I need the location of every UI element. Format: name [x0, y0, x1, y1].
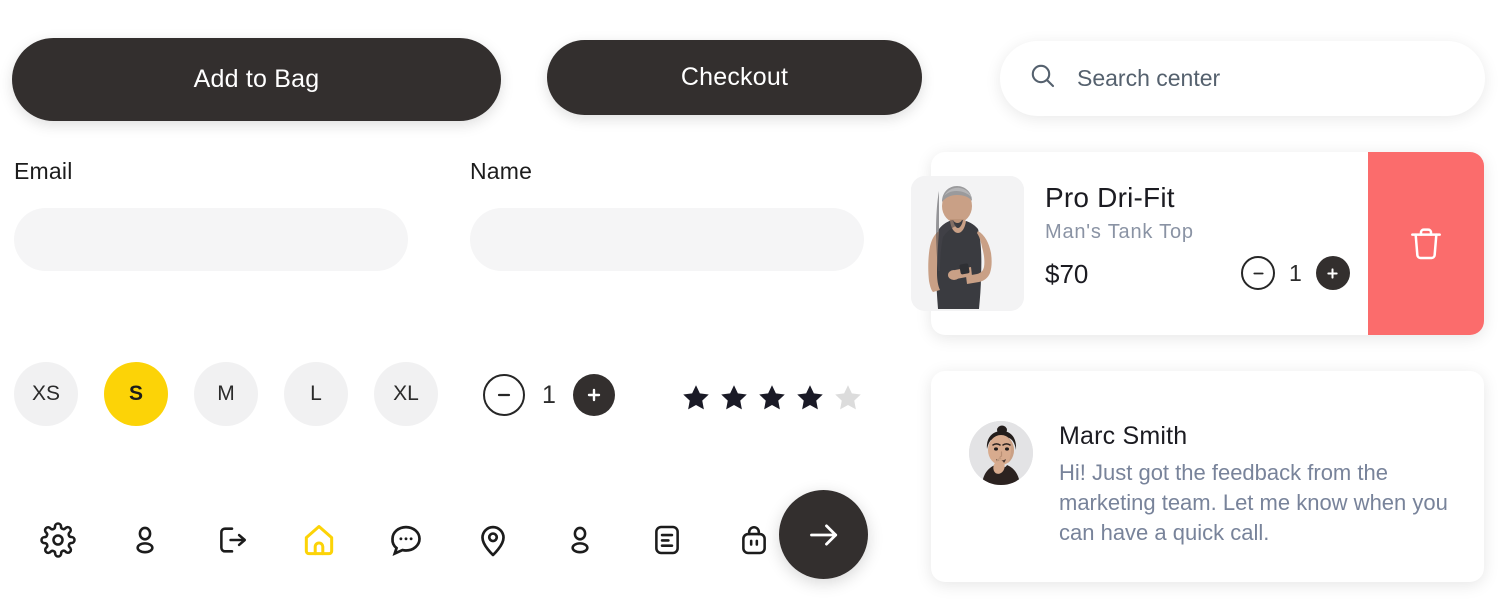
email-label: Email: [14, 158, 73, 184]
product-card[interactable]: Pro Dri-Fit Man's Tank Top $70 1: [911, 152, 1484, 335]
screen-root: Add to Bag Checkout Email Name XS S M L …: [0, 0, 1500, 610]
chat-icon[interactable]: [362, 512, 449, 568]
trash-icon: [1411, 227, 1441, 259]
avatar: [969, 421, 1033, 485]
checkout-button[interactable]: Checkout: [547, 40, 922, 115]
star-icon-empty[interactable]: [833, 383, 863, 413]
quantity-increase-button[interactable]: [573, 374, 615, 416]
size-selector: XS S M L XL: [14, 362, 438, 426]
product-quantity-stepper: 1: [1241, 256, 1350, 290]
document-icon[interactable]: [623, 512, 710, 568]
profile-icon[interactable]: [536, 512, 623, 568]
minus-icon: [497, 393, 511, 397]
product-image: [911, 176, 1024, 311]
settings-icon[interactable]: [14, 512, 101, 568]
product-title: Pro Dri-Fit: [1045, 182, 1175, 213]
search-icon: [1028, 61, 1058, 96]
product-subtitle: Man's Tank Top: [1045, 221, 1194, 243]
bottom-icon-bar: [14, 512, 797, 568]
star-icon-filled[interactable]: [795, 383, 825, 413]
product-thumbnail: [911, 176, 1024, 311]
avatar-image: [969, 421, 1033, 485]
product-info: Pro Dri-Fit Man's Tank Top $70: [1045, 182, 1194, 290]
email-field[interactable]: [14, 208, 408, 271]
quantity-decrease-button[interactable]: [483, 374, 525, 416]
add-to-bag-button[interactable]: Add to Bag: [12, 38, 501, 121]
star-rating[interactable]: [681, 383, 863, 413]
minus-icon: [1252, 272, 1264, 274]
product-quantity-value: 1: [1289, 259, 1302, 286]
plus-icon: [1327, 267, 1338, 279]
search-bar[interactable]: [1000, 41, 1485, 116]
quantity-stepper: 1: [483, 374, 615, 416]
star-icon-filled[interactable]: [719, 383, 749, 413]
star-icon-filled[interactable]: [681, 383, 711, 413]
star-icon-filled[interactable]: [757, 383, 787, 413]
product-quantity-decrease-button[interactable]: [1241, 256, 1275, 290]
message-card[interactable]: Marc Smith Hi! Just got the feedback fro…: [931, 371, 1484, 582]
name-label: Name: [470, 158, 533, 184]
product-price: $70: [1045, 259, 1089, 289]
next-arrow-button[interactable]: [779, 490, 868, 579]
message-sender-name: Marc Smith: [1059, 422, 1188, 450]
message-body: Marc Smith Hi! Just got the feedback fro…: [1059, 422, 1449, 548]
arrow-right-icon: [809, 523, 837, 546]
size-option-s[interactable]: S: [104, 362, 168, 426]
home-icon[interactable]: [275, 512, 362, 568]
delete-product-button[interactable]: [1368, 152, 1484, 335]
logout-icon[interactable]: [188, 512, 275, 568]
message-text: Hi! Just got the feedback from the marke…: [1059, 460, 1448, 545]
size-option-l[interactable]: L: [284, 362, 348, 426]
user-icon[interactable]: [101, 512, 188, 568]
search-input[interactable]: [1077, 65, 1457, 92]
product-quantity-increase-button[interactable]: [1315, 256, 1350, 290]
size-option-xs[interactable]: XS: [14, 362, 78, 426]
quantity-value: 1: [542, 380, 556, 409]
plus-icon: [587, 388, 601, 402]
size-option-m[interactable]: M: [194, 362, 258, 426]
name-field[interactable]: [470, 208, 864, 271]
location-pin-icon[interactable]: [449, 512, 536, 568]
size-option-xl[interactable]: XL: [374, 362, 438, 426]
